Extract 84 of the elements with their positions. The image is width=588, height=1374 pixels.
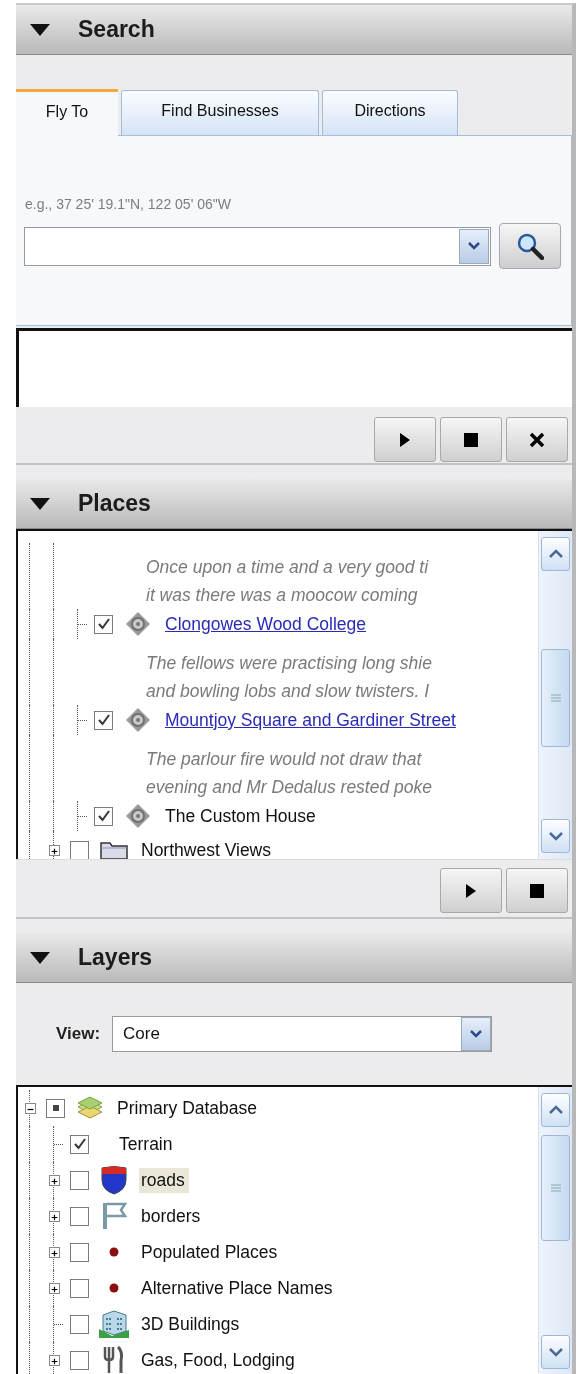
expand-icon[interactable] bbox=[48, 1246, 60, 1258]
stop-icon bbox=[462, 430, 480, 449]
stop-button[interactable] bbox=[506, 868, 568, 913]
checkbox[interactable] bbox=[94, 614, 113, 634]
place-link[interactable]: Mountjoy Square and Gardiner Street bbox=[163, 707, 460, 733]
search-button[interactable] bbox=[499, 223, 561, 269]
scroll-thumb[interactable] bbox=[541, 1135, 570, 1241]
tree-item-label[interactable]: Populated Places bbox=[139, 1239, 282, 1265]
expand-icon[interactable] bbox=[48, 1210, 60, 1222]
place-description: The fellows were practising long shie and bowling lobs and slow twisters. I bbox=[146, 652, 432, 703]
tab[interactable]: Directions bbox=[322, 90, 458, 135]
grip-icon bbox=[549, 694, 562, 702]
play-button[interactable] bbox=[440, 868, 502, 913]
panel-title: Layers bbox=[78, 944, 153, 971]
tree-item-label[interactable]: Northwest Views bbox=[139, 837, 275, 859]
check-icon bbox=[96, 713, 111, 727]
play-button[interactable] bbox=[374, 417, 436, 462]
building-icon bbox=[98, 1309, 130, 1339]
checkbox[interactable] bbox=[70, 1350, 89, 1370]
scroll-up-button[interactable] bbox=[541, 537, 570, 571]
collapse-icon[interactable] bbox=[24, 1102, 36, 1114]
placemark-icon bbox=[125, 611, 151, 637]
panel-title: Search bbox=[78, 16, 155, 43]
layers-icon bbox=[76, 1095, 104, 1121]
collapse-triangle-icon[interactable] bbox=[30, 497, 50, 510]
dropdown-caret-icon bbox=[469, 1029, 484, 1039]
shield-icon bbox=[99, 1165, 129, 1195]
example-hint: e.g., 37 25' 19.1"N, 122 05' 06"W bbox=[25, 196, 232, 212]
tree-item-label[interactable]: borders bbox=[139, 1203, 205, 1229]
place-description: Once upon a time and a very good ti it was there was a moocow coming bbox=[146, 556, 429, 607]
close-button[interactable] bbox=[506, 417, 568, 462]
tree-item-label[interactable]: Gas, Food, Lodging bbox=[139, 1347, 299, 1373]
check-icon bbox=[96, 809, 111, 823]
scroll-up-button[interactable] bbox=[541, 1093, 570, 1127]
view-select[interactable]: Core bbox=[112, 1016, 493, 1052]
flag-icon bbox=[101, 1201, 127, 1231]
tree-item-label[interactable]: Alternative Place Names bbox=[139, 1275, 337, 1301]
stop-icon bbox=[528, 881, 546, 900]
checkbox[interactable] bbox=[70, 840, 89, 859]
check-icon bbox=[96, 617, 111, 631]
checkbox[interactable] bbox=[70, 1242, 89, 1262]
checkbox[interactable] bbox=[70, 1206, 89, 1226]
scroll-down-button[interactable] bbox=[541, 1335, 570, 1369]
place-description: The parlour fire would not draw that evening and Mr Dedalus rested poke bbox=[146, 748, 432, 799]
scroll-thumb[interactable] bbox=[541, 649, 570, 747]
view-label: View: bbox=[56, 1024, 101, 1044]
partial-check-icon bbox=[52, 1105, 59, 1111]
scrollbar[interactable] bbox=[538, 1087, 572, 1374]
placemark-icon bbox=[125, 803, 151, 829]
placemark-icon bbox=[125, 707, 151, 733]
checkbox[interactable] bbox=[94, 806, 113, 826]
expand-icon[interactable] bbox=[48, 1282, 60, 1294]
dot-icon bbox=[109, 1283, 119, 1293]
tree-item-label[interactable]: Primary Database bbox=[115, 1095, 262, 1121]
panel-title: Places bbox=[78, 490, 151, 517]
checkbox[interactable] bbox=[70, 1170, 89, 1190]
collapse-triangle-icon[interactable] bbox=[30, 951, 50, 964]
close-icon bbox=[528, 430, 546, 449]
checkbox[interactable] bbox=[70, 1314, 89, 1334]
stop-button[interactable] bbox=[440, 417, 502, 462]
check-icon bbox=[72, 1137, 87, 1151]
tree-item-label[interactable]: The Custom House bbox=[163, 803, 320, 829]
expand-icon[interactable] bbox=[48, 1354, 60, 1366]
checkbox[interactable] bbox=[94, 710, 113, 730]
search-icon bbox=[516, 232, 544, 260]
checkbox[interactable] bbox=[46, 1098, 65, 1118]
checkbox[interactable] bbox=[70, 1278, 89, 1298]
tab[interactable]: Find Businesses bbox=[121, 90, 319, 135]
scrollbar[interactable] bbox=[538, 531, 572, 859]
dot-icon bbox=[109, 1247, 119, 1257]
expand-icon[interactable] bbox=[48, 1174, 60, 1186]
collapse-triangle-icon[interactable] bbox=[30, 23, 50, 36]
scroll-down-button[interactable] bbox=[541, 819, 570, 853]
place-link[interactable]: Clongowes Wood College bbox=[163, 611, 371, 637]
fork-knife-icon bbox=[102, 1345, 126, 1374]
grip-icon bbox=[549, 1184, 562, 1192]
checkbox[interactable] bbox=[70, 1134, 89, 1154]
tree-item-label[interactable]: Terrain bbox=[117, 1131, 177, 1157]
dropdown-caret-icon bbox=[467, 241, 481, 251]
location-combo-field[interactable] bbox=[24, 226, 491, 266]
tree-item-label[interactable]: 3D Buildings bbox=[139, 1311, 244, 1337]
expand-icon[interactable] bbox=[48, 844, 60, 856]
tree-item-label[interactable]: roads bbox=[139, 1167, 189, 1193]
tab[interactable]: Fly To bbox=[16, 89, 118, 136]
